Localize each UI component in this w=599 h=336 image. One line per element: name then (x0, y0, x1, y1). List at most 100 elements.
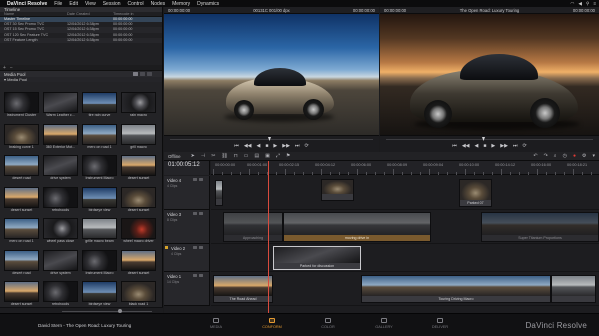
menu-nodes[interactable]: Nodes (151, 1, 165, 7)
grid-view-icon[interactable] (133, 72, 138, 76)
tab-color[interactable]: COLOR (308, 318, 348, 329)
track-audio-icon[interactable] (199, 246, 203, 249)
offline-dropdown[interactable]: Offline (168, 154, 181, 159)
thumbnail-size-slider[interactable] (62, 310, 152, 312)
media-pool-clip[interactable]: wheel macro driver (121, 218, 156, 246)
tab-media[interactable]: MEDIA (196, 318, 236, 329)
track-header-video-4[interactable]: Video 4 4 Clips (164, 176, 210, 210)
timeline-row[interactable]: OST Feature Length 12/04/2012 6:38pm 00:00… (0, 37, 162, 43)
media-pool-clip[interactable]: Instrument Cluster (4, 92, 39, 120)
track-lane-video-1[interactable]: The Road Ahead Touring Driving Macro (211, 272, 599, 306)
media-pool-clip[interactable]: desert sunset (121, 155, 156, 183)
record-scrubber[interactable] (386, 139, 593, 140)
timeline-clip[interactable]: moving drive in (283, 212, 431, 242)
source-scrubber[interactable] (170, 139, 373, 140)
flag-icon[interactable]: ⚑ (286, 153, 290, 159)
timeline-ruler[interactable]: 00:00:00:00 00:00:01:00 00:00:02:15 00:0… (211, 161, 599, 175)
trim-tool-icon[interactable]: ⊣ (201, 153, 205, 159)
column-name[interactable]: Name (0, 12, 67, 16)
redo-icon[interactable]: ↷ (544, 153, 548, 159)
list-view-icon[interactable] (140, 72, 145, 76)
loop-icon[interactable]: ⟳ (522, 143, 526, 149)
record-icon[interactable]: ● (573, 153, 576, 159)
skip-to-start-icon[interactable]: ⏮ (234, 143, 239, 149)
timeline-clip[interactable]: Parked 07 (459, 179, 492, 207)
track-toggle-icon[interactable] (193, 178, 197, 181)
timeline-clip[interactable] (551, 275, 596, 303)
tab-conform[interactable]: CONFORM (252, 318, 292, 329)
metadata-view-icon[interactable] (147, 72, 152, 76)
track-header-video-2[interactable]: Video 2 4 Clips (164, 244, 210, 272)
track-toggle-icon[interactable] (193, 246, 197, 249)
rewind-icon[interactable]: ◀◀ (244, 143, 252, 149)
play-reverse-icon[interactable]: ◀ (257, 143, 261, 149)
media-pool-clip[interactable]: wheel pass close (43, 218, 78, 246)
stop-icon[interactable]: ■ (483, 143, 486, 149)
media-pool-clip[interactable]: desert sunset (121, 249, 156, 278)
timeline-clip[interactable]: Parked for discussion (273, 246, 361, 270)
menu-dynamics[interactable]: Dynamics (197, 1, 219, 7)
replace-icon[interactable]: ▣ (265, 153, 270, 159)
media-pool-clip[interactable]: birdseye view (82, 281, 117, 309)
rewind-icon[interactable]: ◀◀ (462, 143, 470, 149)
overwrite-icon[interactable]: ▭ (244, 153, 249, 159)
timeline-clip[interactable]: Approaching (223, 212, 283, 242)
media-pool-clip[interactable]: grill macro (121, 123, 156, 152)
track-lock-icon[interactable] (165, 246, 168, 249)
record-video-frame[interactable] (380, 14, 599, 135)
media-pool-clip[interactable]: Instrument Macro (82, 155, 117, 183)
blade-tool-icon[interactable]: ✂ (211, 153, 215, 159)
column-date-created[interactable]: Date Created (67, 12, 113, 16)
source-video-frame[interactable] (164, 14, 379, 135)
media-pool-clip[interactable]: desert road (4, 155, 39, 183)
track-audio-icon[interactable] (199, 178, 203, 181)
menu-control[interactable]: Control (128, 1, 144, 7)
settings-icon[interactable]: ⚙ (582, 153, 586, 159)
track-lane-video-4[interactable]: Parked 07 (211, 176, 599, 210)
media-pool-clip[interactable]: desert sunset (4, 281, 39, 309)
media-pool-clip[interactable]: retrohoods (43, 186, 78, 215)
media-pool-clip[interactable]: retrohoods (43, 281, 78, 309)
track-audio-icon[interactable] (199, 274, 203, 277)
skip-to-end-icon[interactable]: ⏭ (513, 143, 518, 149)
tab-gallery[interactable]: GALLERY (364, 318, 404, 329)
skip-to-start-icon[interactable]: ⏮ (452, 143, 457, 149)
fast-forward-icon[interactable]: ▶▶ (282, 143, 290, 149)
media-pool-clip[interactable]: 360 Exterior Mot... (43, 123, 78, 152)
fast-forward-icon[interactable]: ▶▶ (500, 143, 508, 149)
column-timecode-in[interactable]: Timecode in (113, 12, 158, 16)
menu-file[interactable]: File (54, 1, 62, 7)
track-lane-video-2[interactable]: Parked for discussion (211, 244, 599, 272)
track-lane-video-3[interactable]: Approaching moving drive in Super Titani… (211, 210, 599, 244)
menu-session[interactable]: Session (103, 1, 121, 7)
tab-deliver[interactable]: DELIVER (420, 318, 460, 329)
track-toggle-icon[interactable] (193, 274, 197, 277)
link-icon[interactable]: ⛓ (221, 153, 227, 159)
media-pool-clip[interactable]: Warm Leather c... (43, 92, 78, 120)
timeline-playhead[interactable] (268, 161, 269, 313)
media-pool-clip[interactable]: desert sunset (4, 186, 39, 215)
menu-arrow-icon[interactable]: ▾ (592, 153, 595, 159)
menu-memory[interactable]: Memory (172, 1, 190, 7)
play-icon[interactable]: ▶ (273, 143, 277, 149)
media-pool-clip[interactable]: merc on road 1 (4, 218, 39, 246)
timeline-clip[interactable] (321, 179, 354, 201)
timeline-clip[interactable]: Touring Driving Macro (361, 275, 551, 303)
remove-timeline-button[interactable]: − (10, 65, 13, 71)
add-timeline-button[interactable]: + (3, 65, 6, 71)
timeline-clip[interactable]: The Road Ahead (213, 275, 273, 303)
snap-icon[interactable]: ⊓ (234, 153, 238, 159)
zoom-icon[interactable]: ⌕ (554, 153, 557, 159)
track-header-video-3[interactable]: Video 3 8 Clips (164, 210, 210, 244)
media-pool-clip[interactable]: black road 1 (121, 281, 156, 309)
menu-edit[interactable]: Edit (69, 1, 78, 7)
media-pool-clip[interactable]: merc on road 1 (82, 123, 117, 152)
media-pool-clip[interactable]: Instrument Macro (82, 249, 117, 278)
fit-icon[interactable]: ⤢ (276, 153, 280, 159)
skip-to-end-icon[interactable]: ⏭ (295, 143, 300, 149)
app-menu[interactable]: DaVinci Resolve (7, 1, 47, 7)
media-pool-clip[interactable]: grille macro beam (82, 218, 117, 246)
media-pool-clip[interactable]: tire rain curve (82, 92, 117, 120)
timeline-clip[interactable] (215, 180, 223, 206)
play-icon[interactable]: ▶ (491, 143, 495, 149)
